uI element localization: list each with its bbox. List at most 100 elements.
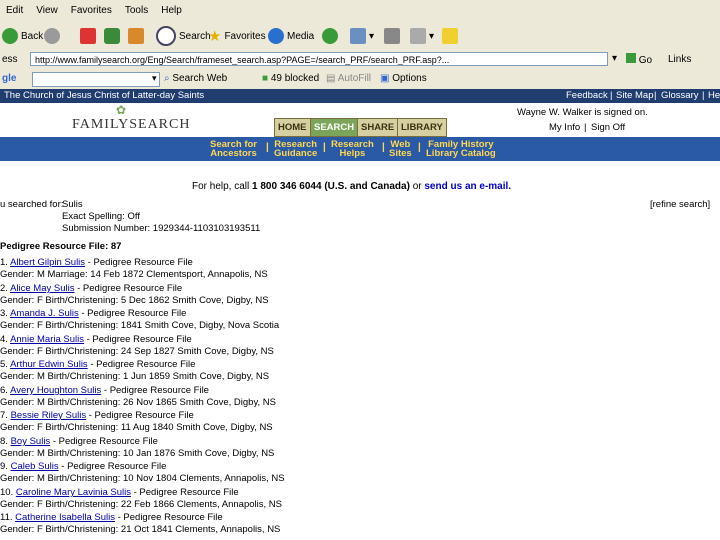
result-item: 2. Alice May Sulis - Pedigree Resource F…: [0, 283, 182, 294]
address-bar: ess http://www.familysearch.org/Eng/Sear…: [0, 50, 720, 70]
result-source: - Pedigree Resource File: [86, 410, 194, 421]
tab-search[interactable]: SEARCH: [310, 118, 359, 137]
result-detail: Gender: F Birth/Christening: 11 Aug 1840…: [0, 422, 273, 433]
address-label: ess: [2, 54, 18, 65]
result-name-link[interactable]: Annie Maria Sulis: [10, 334, 84, 345]
nav-search-ancestors[interactable]: Search for Ancestors: [210, 140, 257, 159]
result-name-link[interactable]: Bessie Riley Sulis: [11, 410, 87, 421]
result-detail: Gender: F Birth/Christening: 1841 Smith …: [0, 320, 280, 331]
menu-view[interactable]: View: [36, 5, 58, 16]
dropdown-icon[interactable]: ▾: [612, 53, 617, 64]
messenger-button[interactable]: [442, 26, 458, 46]
nav-web-sites[interactable]: Web Sites: [389, 140, 412, 159]
stop-icon: [80, 28, 96, 44]
options-button[interactable]: ▣ Options: [380, 73, 427, 84]
result-source: - Pedigree Resource File: [85, 257, 193, 268]
sign-off-link[interactable]: Sign Off: [591, 122, 625, 133]
result-name-link[interactable]: Albert Gilpin Sulis: [10, 257, 85, 268]
result-source: - Pedigree Resource File: [50, 436, 158, 447]
result-name-link[interactable]: Arthur Edwin Sulis: [10, 359, 88, 370]
history-button[interactable]: [322, 26, 338, 46]
result-detail: Gender: F Birth/Christening: 21 Oct 1841…: [0, 524, 281, 535]
home-button[interactable]: [128, 26, 144, 46]
result-detail: Gender: F Birth/Christening: 5 Dec 1862 …: [0, 295, 269, 306]
popup-blocker-button[interactable]: ■ 49 blocked: [262, 73, 319, 84]
result-detail: Gender: M Birth/Christening: 26 Nov 1865…: [0, 397, 276, 408]
google-search-input[interactable]: [32, 72, 160, 87]
nav-research-helps[interactable]: Research Helps: [331, 140, 374, 159]
result-name-link[interactable]: Caroline Mary Lavinia Sulis: [16, 487, 131, 498]
tab-home[interactable]: HOME: [274, 118, 311, 137]
site-map-link[interactable]: Site Map: [616, 90, 654, 101]
menu-favorites[interactable]: Favorites: [71, 5, 112, 16]
result-name-link[interactable]: Catherine Isabella Sulis: [15, 512, 115, 523]
search-web-button[interactable]: ⌕ Search Web: [164, 73, 227, 84]
stop-button[interactable]: [80, 26, 96, 46]
menu-help[interactable]: Help: [161, 5, 182, 16]
mail-button[interactable]: ▾: [350, 26, 374, 46]
result-number: 10.: [0, 487, 14, 498]
nav-research-guidance[interactable]: Research Guidance: [274, 140, 317, 159]
result-number: 2.: [0, 283, 8, 294]
result-item: 7. Bessie Riley Sulis - Pedigree Resourc…: [0, 410, 194, 421]
google-dropdown-icon[interactable]: ▾: [152, 73, 157, 84]
familysearch-logo[interactable]: FAMILYSEARCH: [72, 117, 190, 133]
result-number: 3.: [0, 308, 8, 319]
search-icon: [156, 26, 176, 46]
feedback-link[interactable]: Feedback: [566, 90, 608, 101]
media-button[interactable]: Media: [268, 26, 314, 46]
result-name-link[interactable]: Caleb Sulis: [11, 461, 59, 472]
block-icon: ■: [262, 73, 269, 84]
result-name-link[interactable]: Boy Sulis: [11, 436, 51, 447]
forward-button[interactable]: [44, 26, 60, 46]
result-number: 4.: [0, 334, 8, 345]
favorites-button[interactable]: ★ Favorites: [208, 26, 266, 46]
history-icon: [322, 28, 338, 44]
print-button[interactable]: [384, 26, 400, 46]
my-info-link[interactable]: My Info: [549, 122, 580, 133]
sub-navigation: Search for Ancestors | Research Guidance |…: [0, 137, 720, 161]
tab-share[interactable]: SHARE: [357, 118, 399, 137]
result-source: - Pedigree Resource File: [87, 359, 196, 370]
nav-library-catalog[interactable]: Family History Library Catalog: [426, 140, 496, 159]
note-icon: [442, 28, 458, 44]
glossary-link[interactable]: Glossary: [661, 90, 698, 101]
mail-icon: [350, 28, 366, 44]
address-input[interactable]: http://www.familysearch.org/Eng/Search/f…: [30, 52, 608, 66]
result-item: 8. Boy Sulis - Pedigree Resource File: [0, 436, 158, 447]
help-link[interactable]: He: [708, 90, 720, 101]
refine-search-link[interactable]: [refine search]: [650, 199, 710, 210]
menu-bar: Edit View Favorites Tools Help: [0, 0, 720, 23]
result-item: 3. Amanda J. Sulis - Pedigree Resource F…: [0, 308, 186, 319]
print-icon: [384, 28, 400, 44]
search-button[interactable]: Search: [156, 26, 211, 46]
result-item: 4. Annie Maria Sulis - Pedigree Resource…: [0, 334, 192, 345]
result-item: 1. Albert Gilpin Sulis - Pedigree Resour…: [0, 257, 193, 268]
refresh-button[interactable]: [104, 26, 120, 46]
links-button[interactable]: Links: [668, 54, 691, 65]
result-name-link[interactable]: Alice May Sulis: [10, 283, 74, 294]
result-number: 6.: [0, 385, 8, 396]
result-name-link[interactable]: Avery Houghton Sulis: [10, 385, 101, 396]
tree-icon: ✿: [116, 103, 127, 117]
forward-arrow-icon: [44, 28, 60, 44]
edit-button[interactable]: ▾: [410, 26, 434, 46]
results-heading: Pedigree Resource File: 87: [0, 241, 122, 252]
result-source: - Pedigree Resource File: [74, 283, 183, 294]
submission-number: Submission Number: 1929344-1103103193511: [62, 223, 261, 234]
menu-tools[interactable]: Tools: [125, 5, 148, 16]
result-name-link[interactable]: Amanda J. Sulis: [10, 308, 79, 319]
menu-edit[interactable]: Edit: [6, 5, 23, 16]
edit-icon: [410, 28, 426, 44]
result-number: 8.: [0, 436, 8, 447]
result-number: 9.: [0, 461, 8, 472]
home-icon: [128, 28, 144, 44]
go-button[interactable]: Go: [626, 53, 652, 66]
email-link[interactable]: send us an e-mail.: [424, 181, 511, 192]
result-source: - Pedigree Resource File: [58, 461, 167, 472]
searched-for-label: u searched for:: [0, 199, 64, 210]
result-item: 6. Avery Houghton Sulis - Pedigree Resou…: [0, 385, 209, 396]
result-detail: Gender: M Birth/Christening: 10 Jan 1876…: [0, 448, 275, 459]
autofill-button[interactable]: ▤ AutoFill: [326, 73, 371, 84]
tab-library[interactable]: LIBRARY: [397, 118, 447, 137]
